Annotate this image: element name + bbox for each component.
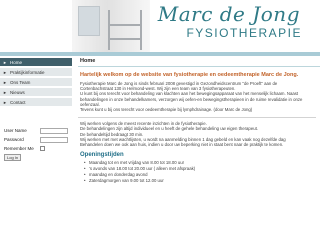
sidebar-item-praktijkinformatie[interactable]: ► Praktijkinformatie xyxy=(0,68,72,77)
password-label: Password xyxy=(4,137,24,142)
sidebar-item-label: Praktijkinformatie xyxy=(9,69,45,75)
arrow-right-icon: ► xyxy=(3,79,7,85)
header-photo xyxy=(72,0,150,55)
hours-text: 's avonds van 18.00 tot 20.00 uur ( alle… xyxy=(89,166,196,172)
remember-checkbox[interactable] xyxy=(40,146,45,151)
submit-row: Log In xyxy=(4,153,70,162)
page-title: Home xyxy=(78,58,320,67)
arrow-right-icon: ► xyxy=(3,59,7,65)
arrow-right-icon: ► xyxy=(3,69,7,75)
info-text: Wij werken volgens de meest recente inzi… xyxy=(78,121,316,147)
sidebar-item-nieuws[interactable]: ► Nieuws xyxy=(0,88,72,97)
sidebar-item-home[interactable]: ► Home xyxy=(0,58,72,67)
username-input[interactable] xyxy=(40,127,68,134)
intro-text: Fysiotherapie Marc de Jong is sinds febr… xyxy=(78,81,316,112)
main-content: Home Hartelijk welkom op de website van … xyxy=(78,58,320,240)
sidebar-item-ons-team[interactable]: ► Ons Team xyxy=(0,78,72,87)
password-input[interactable] xyxy=(40,136,68,143)
hours-text: maandag en donderdag avond xyxy=(89,171,148,177)
intro-line: Tevens kunt u bij ons terecht voor oedee… xyxy=(80,107,253,113)
arrow-right-icon: ► xyxy=(3,89,7,95)
intro-line: U kunt bij ons terecht voor behandeling … xyxy=(80,91,299,97)
username-row: User Name xyxy=(4,126,70,135)
logo-title[interactable]: Marc de Jong xyxy=(158,2,300,26)
sidebar-item-label: Home xyxy=(9,59,22,65)
wall-bars-image xyxy=(108,10,142,50)
remember-label: Remember Me xyxy=(4,146,34,151)
sidebar-item-label: Nieuws xyxy=(9,89,25,95)
sidebar-item-contact[interactable]: ► Contact xyxy=(0,98,72,107)
header-divider xyxy=(0,52,320,56)
username-label: User Name xyxy=(4,128,27,133)
hours-title: Openingstijden xyxy=(80,152,124,159)
logo-subtitle[interactable]: FYSIOTHERAPIE xyxy=(186,26,302,40)
hours-text: Maandag tot en met vrijdag van 8.00 tot … xyxy=(89,160,185,166)
login-form: User Name Password Remember Me Log In xyxy=(4,126,70,162)
hours-text: Zaterdagmorgen van 9.00 tot 12.00 uur xyxy=(89,177,164,183)
welcome-heading: Hartelijk welkom op de website van fysio… xyxy=(80,72,299,78)
sidebar-item-label: Contact xyxy=(9,99,26,105)
remember-row: Remember Me xyxy=(4,144,70,153)
info-line: Behandelen doen we ook aan huis, indien … xyxy=(80,142,284,148)
intro-line: behandelingen in onze behandelkamers, ve… xyxy=(80,96,303,102)
site-header: Marc de Jong FYSIOTHERAPIE xyxy=(0,0,320,56)
sidebar-item-label: Ons Team xyxy=(9,79,31,85)
hours-item: • Zaterdagmorgen van 9.00 tot 12.00 uur xyxy=(84,178,320,184)
hours-list: • Maandag tot en met vrijdag van 8.00 tot… xyxy=(78,160,320,183)
password-row: Password xyxy=(4,135,70,144)
login-button[interactable]: Log In xyxy=(4,154,22,161)
arrow-right-icon: ► xyxy=(3,99,7,105)
window-image xyxy=(78,6,100,36)
content-divider xyxy=(78,117,316,119)
